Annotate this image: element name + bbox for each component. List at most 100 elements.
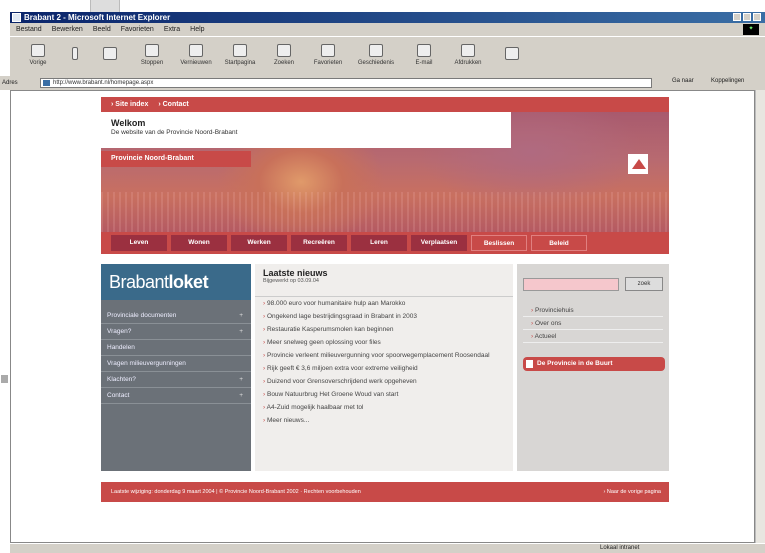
footer: Laatste wijziging: donderdag 9 maart 200… — [101, 482, 669, 502]
back-button[interactable]: Vorige — [16, 37, 60, 73]
page-icon — [43, 80, 50, 86]
loket-item-handelen[interactable]: Handelen — [101, 340, 251, 356]
link-over-ons[interactable]: Over ons — [523, 317, 663, 330]
go-button[interactable]: Ga naar — [672, 78, 694, 84]
plus-icon: + — [239, 312, 243, 319]
menu-bar: Bestand Bewerken Beeld Favorieten Extra … — [10, 23, 765, 36]
tab-beslissen[interactable]: Beslissen — [471, 235, 527, 251]
tab-verplaatsen[interactable]: Verplaatsen — [411, 235, 467, 251]
tab-beleid[interactable]: Beleid — [531, 235, 587, 251]
menu-help[interactable]: Help — [190, 26, 204, 33]
provincie-in-de-buurt-button[interactable]: De Provincie in de Buurt — [523, 357, 665, 371]
forward-button[interactable] — [90, 37, 130, 73]
mail-button[interactable]: E-mail — [402, 37, 446, 73]
address-input[interactable]: http://www.brabant.nl/homepage.aspx — [40, 78, 652, 88]
menu-bewerken[interactable]: Bewerken — [52, 26, 83, 33]
maximize-button[interactable] — [743, 13, 751, 21]
news-list: 98.000 euro voor humanitaire hulp aan Ma… — [255, 296, 513, 427]
loket-item-label: Handelen — [107, 344, 135, 351]
vertical-scrollbar[interactable] — [755, 90, 765, 543]
logo-text-bold: loket — [168, 272, 209, 292]
stop-button[interactable]: Stoppen — [130, 37, 174, 73]
province-label: Provincie Noord-Brabant — [101, 151, 251, 167]
link-provinciehuis[interactable]: Provinciehuis — [523, 304, 663, 317]
hero-grass-texture — [101, 192, 669, 232]
logo-text-light: Brabant — [109, 272, 169, 292]
news-item[interactable]: Provincie verleent milieuvergunning voor… — [255, 349, 513, 362]
address-url: http://www.brabant.nl/homepage.aspx — [53, 80, 154, 86]
news-item[interactable]: Duizend voor Grensoverschrijdend werk op… — [255, 375, 513, 388]
loket-item-documenten[interactable]: Provinciale documenten + — [101, 308, 251, 324]
news-item[interactable]: Meer snelweg geen oplossing voor files — [255, 336, 513, 349]
loket-item-label: Contact — [107, 392, 130, 399]
refresh-button[interactable]: Vernieuwen — [174, 37, 218, 73]
tab-recreeren[interactable]: Recreëren — [291, 235, 347, 251]
footer-text: Laatste wijziging: donderdag 9 maart 200… — [111, 489, 361, 495]
tab-werken[interactable]: Werken — [231, 235, 287, 251]
loket-item-klachten[interactable]: Klachten? + — [101, 372, 251, 388]
loket-item-label: Vragen milieuvergunningen — [107, 360, 186, 367]
right-links: Provinciehuis Over ons Actueel — [523, 304, 663, 343]
site-search-input[interactable] — [523, 278, 619, 291]
loket-item-milieuvergunningen[interactable]: Vragen milieuvergunningen — [101, 356, 251, 372]
windows-logo-icon: ✦ — [743, 24, 759, 35]
loket-item-contact[interactable]: Contact + — [101, 388, 251, 404]
menu-bestand[interactable]: Bestand — [16, 26, 42, 33]
print-button[interactable]: Afdrukken — [446, 37, 490, 73]
favorites-button[interactable]: Favorieten — [306, 37, 350, 73]
background-window-edge — [90, 0, 120, 12]
news-item[interactable]: Bouw Natuurbrug Het Groene Woud van star… — [255, 388, 513, 401]
news-item[interactable]: Restauratie Kasperumsmolen kan beginnen — [255, 323, 513, 336]
loket-item-label: Provinciale documenten — [107, 312, 177, 319]
home-button[interactable]: Startpagina — [218, 37, 262, 73]
more-news-link[interactable]: Meer nieuws... — [255, 414, 513, 427]
back-dropdown-button[interactable] — [60, 37, 90, 73]
news-item[interactable]: Ongekend lage bestrijdingsgraad in Braba… — [255, 310, 513, 323]
tab-leven[interactable]: Leven — [111, 235, 167, 251]
links-button[interactable]: Koppelingen — [711, 78, 744, 84]
tab-leren[interactable]: Leren — [351, 235, 407, 251]
page-viewport: › Site index › Contact Welkom De website… — [10, 90, 755, 543]
history-button[interactable]: Geschiedenis — [350, 37, 402, 73]
brabantloket-panel: Brabantloket Provinciale documenten + Vra… — [101, 264, 251, 471]
left-window-strip — [0, 90, 10, 543]
edit-icon — [505, 47, 519, 60]
menu-extra[interactable]: Extra — [164, 26, 180, 33]
window-title: Brabant 2 - Microsoft Internet Explorer — [24, 13, 171, 22]
news-title: Laatste nieuws — [263, 268, 328, 278]
menu-beeld[interactable]: Beeld — [93, 26, 111, 33]
history-label: Geschiedenis — [357, 60, 395, 66]
news-item[interactable]: A4-Zuid mogelijk haalbaar met tol — [255, 401, 513, 414]
news-date: Bijgewerkt op 03.09.04 — [263, 278, 319, 284]
back-label: Vorige — [29, 60, 47, 66]
news-item[interactable]: 98.000 euro voor humanitaire hulp aan Ma… — [255, 297, 513, 310]
site-search-button[interactable]: zoek — [625, 277, 663, 291]
toolbar: Vorige Stoppen Vernieuwen Startpagina Zo… — [10, 36, 765, 76]
welcome-title: Welkom — [111, 118, 146, 128]
refresh-icon — [189, 44, 203, 57]
stop-icon — [145, 44, 159, 57]
address-bar: Adres http://www.brabant.nl/homepage.asp… — [0, 76, 765, 90]
tab-wonen[interactable]: Wonen — [171, 235, 227, 251]
brabantloket-logo: Brabantloket — [101, 264, 251, 300]
previous-page-link[interactable]: › Naar de vorige pagina — [604, 482, 661, 502]
loket-item-vragen[interactable]: Vragen? + — [101, 324, 251, 340]
edit-button[interactable] — [490, 37, 534, 73]
link-actueel[interactable]: Actueel — [523, 330, 663, 343]
minimize-button[interactable] — [733, 13, 741, 21]
nav-site-index[interactable]: › Site index — [111, 101, 148, 108]
search-button[interactable]: Zoeken — [262, 37, 306, 73]
home-label: Startpagina — [224, 60, 256, 66]
nav-contact[interactable]: › Contact — [158, 101, 188, 108]
news-item[interactable]: Rijk geeft € 3,6 miljoen extra voor extr… — [255, 362, 513, 375]
close-button[interactable] — [753, 13, 761, 21]
welcome-box: Welkom De website van de Provincie Noord… — [101, 112, 511, 148]
forward-arrow-icon — [103, 47, 117, 60]
loket-item-label: Klachten? — [107, 376, 136, 383]
mail-label: E-mail — [415, 60, 433, 66]
plus-icon: + — [239, 376, 243, 383]
print-icon — [461, 44, 475, 57]
province-logo-icon — [628, 154, 648, 174]
menu-favorieten[interactable]: Favorieten — [121, 26, 154, 33]
address-label: Adres — [2, 80, 18, 86]
